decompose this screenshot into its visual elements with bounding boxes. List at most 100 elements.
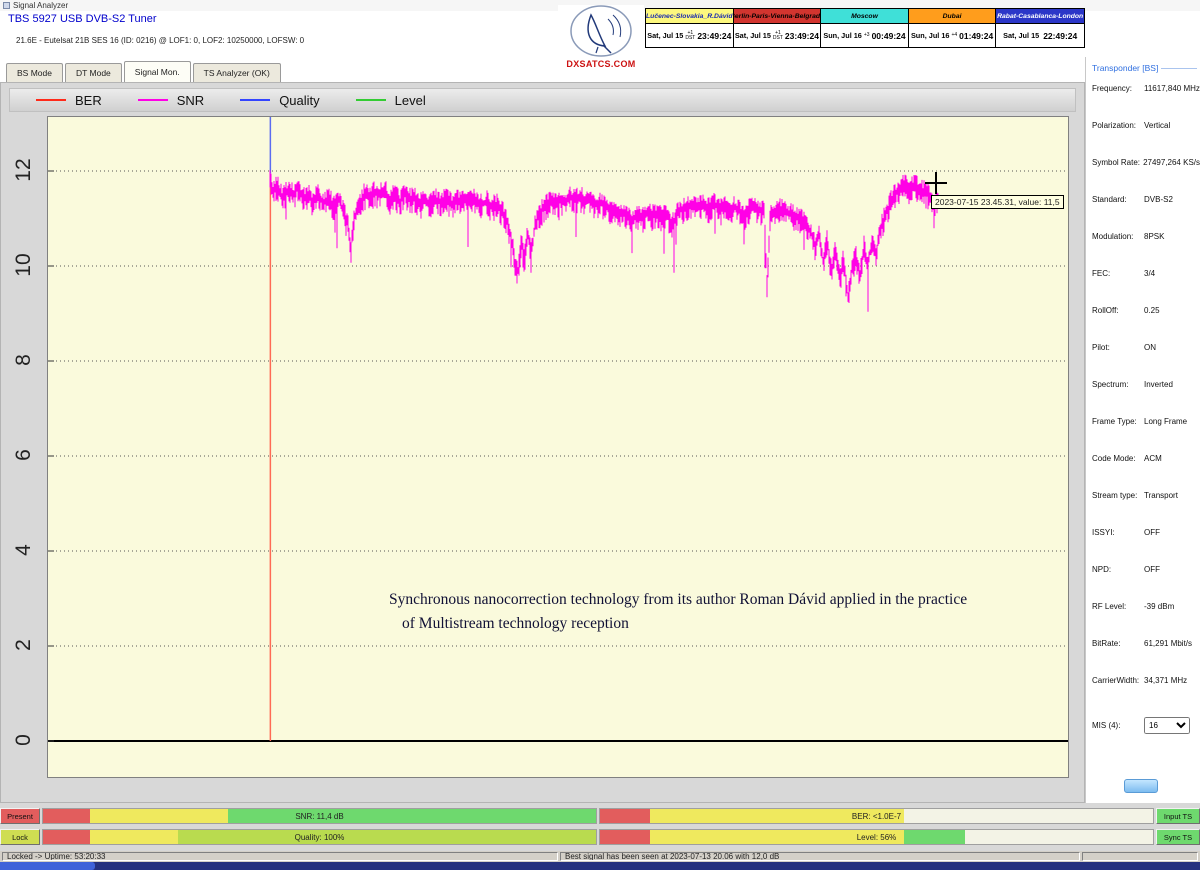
- meter-indicator-present: Present: [0, 808, 40, 824]
- clock-city-label: Rabat-Casablanca-London: [996, 9, 1084, 24]
- field-label: Standard:: [1092, 195, 1144, 204]
- world-clocks: Lučenec-Slovakia_R.DávidSat, Jul 15+1DST…: [645, 8, 1085, 48]
- clock-time: 22:49:24: [1043, 31, 1077, 41]
- field-label: Stream type:: [1092, 491, 1144, 500]
- meter-bar-1-1: SNR: 11,4 dB: [42, 808, 597, 824]
- field-value: 61,291 Mbit/s: [1144, 639, 1192, 648]
- clock-4: DubaiSun, Jul 16+401:49:24: [909, 9, 997, 47]
- field-label: BitRate:: [1092, 639, 1144, 648]
- satellite-dish-icon: [558, 5, 644, 59]
- legend-item-snr: SNR: [138, 93, 204, 108]
- meter-value-text: SNR: 11,4 dB: [43, 809, 596, 823]
- field-label: Code Mode:: [1092, 454, 1144, 463]
- field-label: RF Level:: [1092, 602, 1144, 611]
- clock-date: Sun, Jul 16: [911, 31, 950, 40]
- ts-status-input-ts: Input TS: [1156, 808, 1200, 824]
- transponder-field-row: Frame Type:Long Frame: [1092, 417, 1200, 454]
- tuner-title: TBS 5927 USB DVB-S2 Tuner: [8, 13, 157, 25]
- tuner-subtitle: 21.6E - Eutelsat 21B SES 16 (ID: 0216) @…: [16, 36, 304, 45]
- meter-bar-2-2: Level: 56%: [599, 829, 1154, 845]
- clock-time: 01:49:24: [959, 31, 993, 41]
- annotation-line2: of Multistream technology reception: [389, 612, 967, 636]
- crosshair-cursor: [925, 172, 947, 194]
- clock-2: Berlin-Paris-Vienna-BelgradeSat, Jul 15+…: [734, 9, 822, 47]
- status-lock-uptime: Locked -> Uptime: 53:20:33: [2, 852, 558, 861]
- field-label: FEC:: [1092, 269, 1144, 278]
- meter-value-text: Quality: 100%: [43, 830, 596, 844]
- value-tooltip: 2023-07-15 23.45.31, value: 11,5: [931, 195, 1064, 209]
- field-value: -39 dBm: [1144, 602, 1174, 611]
- legend-label: BER: [75, 93, 102, 108]
- transponder-field-row: Standard:DVB-S2: [1092, 195, 1200, 232]
- clock-time-row: Sun, Jul 16+300:49:24: [821, 24, 908, 47]
- mis-row: MIS (4): 16: [1092, 713, 1200, 737]
- field-value: DVB-S2: [1144, 195, 1173, 204]
- transponder-panel-title: Transponder [BS]: [1092, 63, 1158, 73]
- ts-status-sync-ts: Sync TS: [1156, 829, 1200, 845]
- transponder-title-rule: [1161, 68, 1197, 69]
- transponder-panel-header: Transponder [BS]: [1092, 61, 1200, 75]
- field-value: 8PSK: [1144, 232, 1164, 241]
- clock-time-row: Sat, Jul 15+1DST23:49:24: [646, 24, 733, 47]
- transponder-field-row: FEC:3/4: [1092, 269, 1200, 306]
- field-label: Modulation:: [1092, 232, 1144, 241]
- tab-signal-mon[interactable]: Signal Mon.: [124, 61, 191, 82]
- legend-item-quality: Quality: [240, 93, 319, 108]
- signal-plot[interactable]: [47, 116, 1069, 778]
- field-label: Spectrum:: [1092, 380, 1144, 389]
- meter-bar-2-1: Quality: 100%: [42, 829, 597, 845]
- field-label: Polarization:: [1092, 121, 1144, 130]
- legend-swatch-icon: [138, 99, 168, 101]
- field-value: ON: [1144, 343, 1156, 352]
- mis-select[interactable]: 16: [1144, 717, 1190, 734]
- y-tick-label-6: 6: [11, 438, 37, 472]
- transponder-field-row: Modulation:8PSK: [1092, 232, 1200, 269]
- transponder-field-row: Symbol Rate:27497,264 KS/s: [1092, 158, 1200, 195]
- legend-swatch-icon: [240, 99, 270, 101]
- clock-time: 00:49:24: [872, 31, 906, 41]
- field-label: ISSYI:: [1092, 528, 1144, 537]
- transponder-field-row: NPD:OFF: [1092, 565, 1200, 602]
- transponder-field-row: RollOff:0.25: [1092, 306, 1200, 343]
- tab-bs-mode[interactable]: BS Mode: [6, 63, 63, 82]
- y-tick-label-10: 10: [11, 248, 37, 282]
- transponder-field-row: RF Level:-39 dBm: [1092, 602, 1200, 639]
- y-tick-label-0: 0: [11, 723, 37, 757]
- meter-indicator-lock: Lock: [0, 829, 40, 845]
- transponder-field-row: Polarization:Vertical: [1092, 121, 1200, 158]
- app-icon: [3, 2, 10, 9]
- clock-1: Lučenec-Slovakia_R.DávidSat, Jul 15+1DST…: [646, 9, 734, 47]
- snr-trace-svg: [48, 117, 1068, 777]
- field-value: 34,371 MHz: [1144, 676, 1187, 685]
- field-label: CarrierWidth:: [1092, 676, 1144, 685]
- field-value: 11617,840 MHz: [1144, 84, 1200, 93]
- tab-bar: BS ModeDT ModeSignal Mon.TS Analyzer (OK…: [0, 57, 1085, 82]
- clock-3: MoscowSun, Jul 16+300:49:24: [821, 9, 909, 47]
- transponder-field-row: CarrierWidth:34,371 MHz: [1092, 676, 1200, 713]
- y-tick-label-4: 4: [11, 533, 37, 567]
- tab-ts-analyzer-ok[interactable]: TS Analyzer (OK): [193, 63, 281, 82]
- field-value: 0.25: [1144, 306, 1160, 315]
- transponder-field-row: Pilot:ON: [1092, 343, 1200, 380]
- clock-date: Sat, Jul 15: [1003, 31, 1039, 40]
- tab-dt-mode[interactable]: DT Mode: [65, 63, 122, 82]
- transponder-fields: Frequency:11617,840 MHzPolarization:Vert…: [1092, 84, 1200, 713]
- clock-time-row: Sat, Jul 15+1DST23:49:24: [734, 24, 821, 47]
- window-title: Signal Analyzer: [13, 1, 68, 10]
- status-spare: [1082, 852, 1198, 861]
- transponder-panel: Transponder [BS] Frequency:11617,840 MHz…: [1085, 57, 1200, 803]
- transponder-field-row: Stream type:Transport: [1092, 491, 1200, 528]
- transponder-field-row: Frequency:11617,840 MHz: [1092, 84, 1200, 121]
- clock-date: Sat, Jul 15: [647, 31, 683, 40]
- dxsatcs-logo: DXSATCS.COM: [558, 5, 644, 69]
- clock-tz-offset: +3: [864, 33, 870, 38]
- field-label: Frame Type:: [1092, 417, 1144, 426]
- field-label: Frequency:: [1092, 84, 1144, 93]
- clock-tz-offset: +4: [951, 33, 957, 38]
- meter-value-text: BER: <1.0E-7: [600, 809, 1153, 823]
- meter-bar-1-2: BER: <1.0E-7: [599, 808, 1154, 824]
- clock-city-label: Moscow: [821, 9, 908, 24]
- meter-value-text: Level: 56%: [600, 830, 1153, 844]
- sidebar-blue-button[interactable]: [1124, 779, 1158, 793]
- field-label: RollOff:: [1092, 306, 1144, 315]
